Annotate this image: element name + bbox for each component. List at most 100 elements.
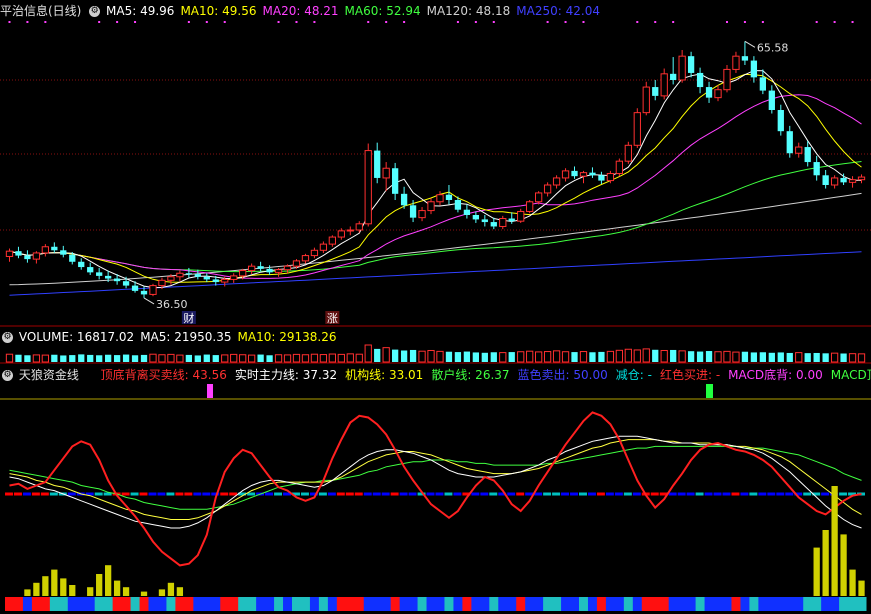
volume-bar <box>212 355 219 362</box>
color-strip-cell <box>641 597 652 611</box>
color-strip-cell <box>103 597 114 611</box>
candle-body <box>777 110 784 132</box>
color-strip-cell <box>570 597 580 611</box>
color-strip-cell <box>283 597 293 611</box>
candle-body <box>418 210 426 219</box>
volume-bar <box>355 353 363 363</box>
color-strip-cell <box>381 597 392 611</box>
volume-bar <box>113 355 121 362</box>
color-strip-cell <box>812 597 822 611</box>
volume-bar <box>454 352 462 362</box>
color-strip-cell <box>58 597 69 611</box>
color-strip-cell <box>31 597 42 611</box>
color-strip-cell <box>40 597 51 611</box>
ma120-line <box>9 192 862 286</box>
color-strip-cell <box>507 597 517 611</box>
candle-body <box>517 210 525 222</box>
volume-bar <box>310 353 319 363</box>
candle-body <box>579 172 588 177</box>
color-strip-cell <box>704 597 715 611</box>
volume-bar <box>266 355 273 362</box>
signal-dot <box>98 21 101 23</box>
volume-bar <box>840 353 847 362</box>
volume-bar <box>813 352 820 362</box>
color-strip-cell <box>49 597 60 611</box>
volume-bar <box>158 354 166 363</box>
volume-bar <box>561 351 570 363</box>
candle-body <box>463 209 471 215</box>
candle-body <box>741 56 749 61</box>
candle-body <box>490 222 497 227</box>
volume-chart <box>0 344 871 364</box>
color-strip-cell <box>229 597 239 611</box>
volume-bar <box>660 349 668 363</box>
color-strip-cell <box>722 597 732 611</box>
candle-body <box>194 274 201 277</box>
color-strip-cell <box>579 597 589 611</box>
volume-bar <box>552 350 561 363</box>
volume-bar <box>400 350 408 362</box>
color-strip-cell <box>5 597 15 611</box>
candle-body <box>571 170 578 177</box>
color-strip-cell <box>614 597 625 611</box>
candle-body <box>221 278 229 283</box>
volume-bar <box>328 353 336 363</box>
candle-body <box>822 175 829 185</box>
color-strip-cell <box>202 597 212 611</box>
candle-body <box>813 162 820 176</box>
fund-bar <box>42 576 49 596</box>
indicator-chart <box>0 384 871 611</box>
candle-body <box>768 90 775 110</box>
candle-body <box>96 272 103 276</box>
color-strip-cell <box>408 597 419 611</box>
volume-bar <box>319 354 328 363</box>
candle-body <box>624 144 632 162</box>
candle-body <box>248 265 256 272</box>
candle-body <box>598 175 605 181</box>
signal-dot <box>8 21 11 23</box>
candle-body <box>51 246 58 251</box>
high-marker <box>744 40 756 48</box>
candle-body <box>561 170 570 179</box>
signal-dot <box>672 21 675 23</box>
color-strip-cell <box>686 597 697 611</box>
color-strip-cell <box>471 597 481 611</box>
volume-bar <box>292 353 301 363</box>
candle-body <box>472 215 479 220</box>
candle-body <box>687 56 695 73</box>
volume-bar <box>696 351 704 362</box>
candle-body <box>87 267 94 273</box>
fund-bar <box>140 591 148 596</box>
color-strip-cell <box>794 597 804 611</box>
volume-bar <box>786 352 793 362</box>
color-strip-cell <box>336 597 347 611</box>
candle-body <box>149 285 157 295</box>
fund-bar <box>122 587 130 596</box>
candle-body <box>400 193 408 206</box>
signal-dot <box>313 21 316 23</box>
fund-bar <box>840 534 847 596</box>
color-strip-cell <box>480 597 490 611</box>
color-strip-cell <box>417 597 428 611</box>
color-strip-cell <box>668 597 679 611</box>
ma10-line <box>9 73 862 283</box>
volume-bar <box>723 350 731 363</box>
color-strip-cell <box>776 597 786 611</box>
candle-body <box>274 269 283 273</box>
color-strip-cell <box>596 597 607 611</box>
volume-bar <box>535 351 543 363</box>
color-strip-cell <box>184 597 194 611</box>
color-strip-cell <box>839 597 849 611</box>
candle-body <box>508 218 515 222</box>
color-strip-cell <box>67 597 78 611</box>
volume-bar <box>203 354 210 362</box>
signal-dot <box>116 21 119 23</box>
candle-body <box>427 201 435 212</box>
candle-body <box>301 255 310 262</box>
color-strip-cell <box>94 597 105 611</box>
color-strip-cell <box>587 597 598 611</box>
volume-bar <box>69 355 76 362</box>
candle-body <box>714 89 722 99</box>
volume-bar <box>615 349 623 363</box>
candle-body <box>158 279 166 287</box>
